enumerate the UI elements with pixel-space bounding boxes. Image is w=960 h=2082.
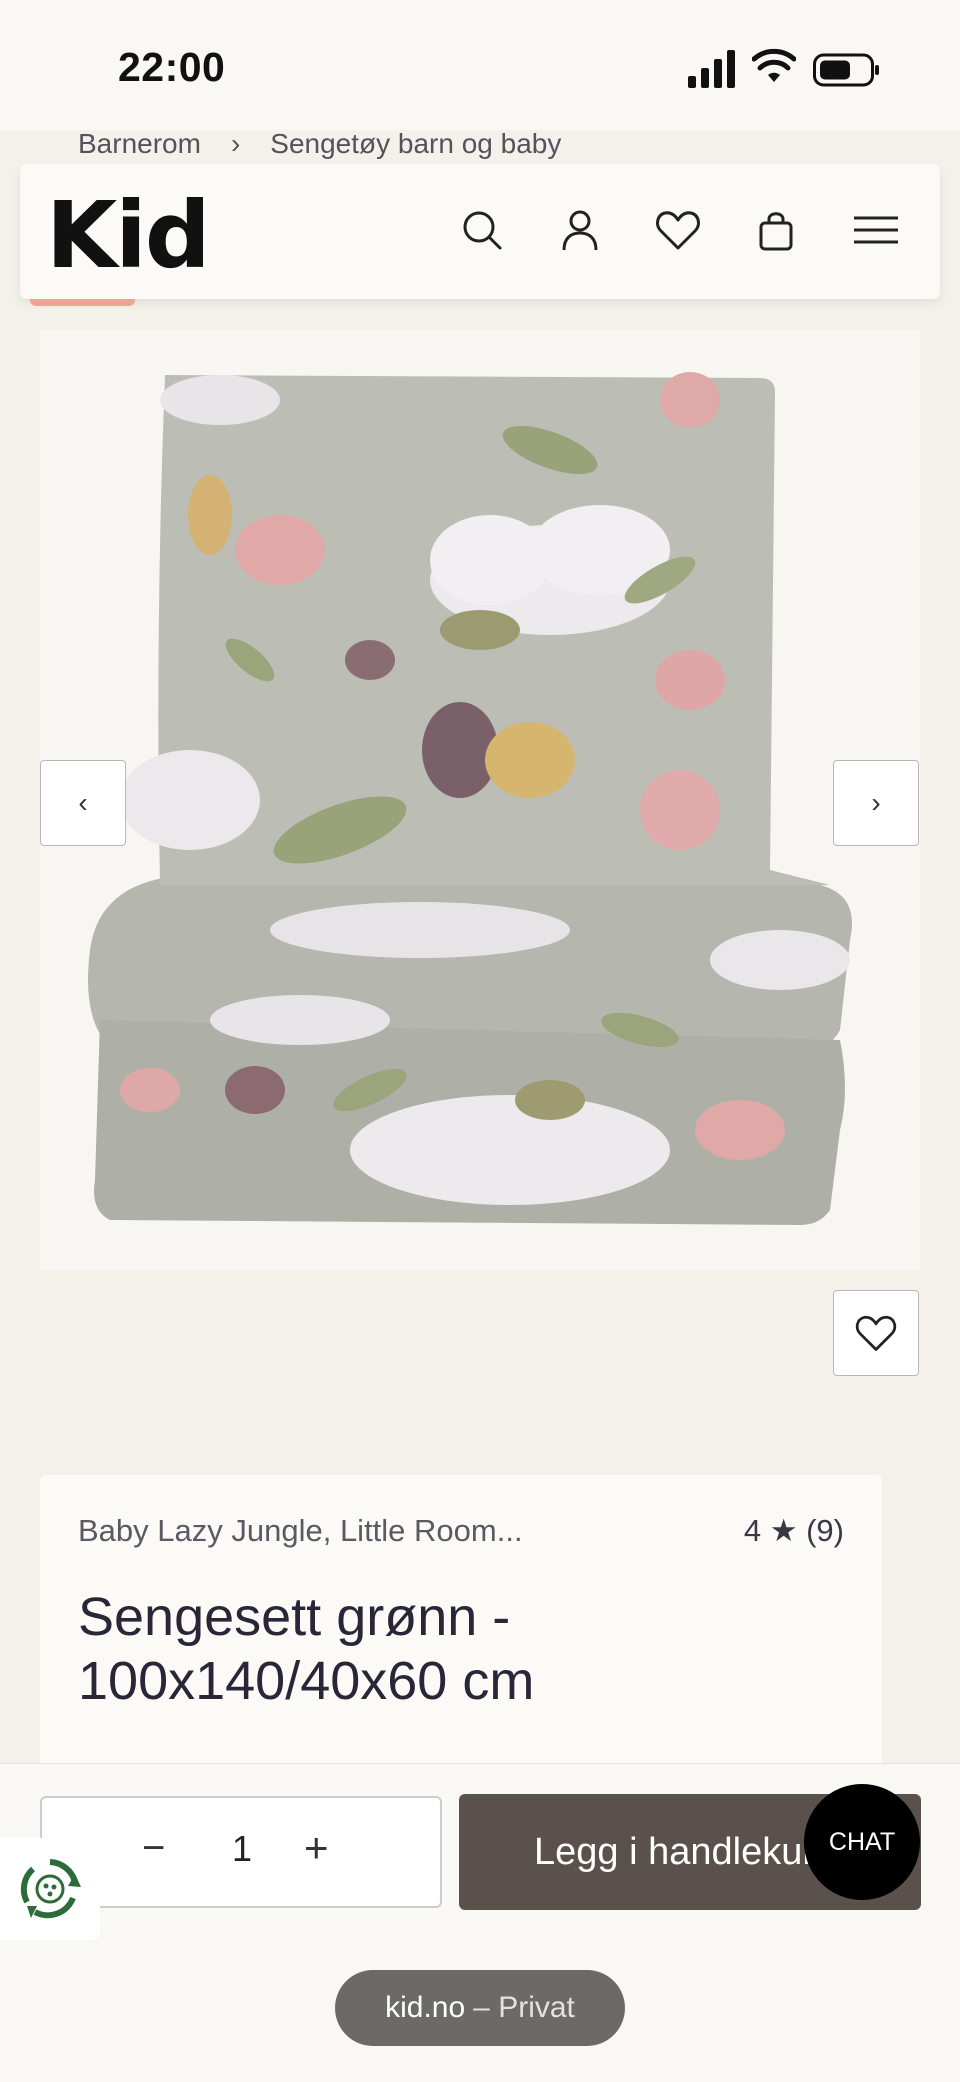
search-icon[interactable] <box>458 206 506 254</box>
sale-badge <box>30 299 135 306</box>
url-domain: kid.no <box>385 1991 466 2024</box>
status-bar: 22:00 <box>0 0 960 130</box>
product-image <box>88 372 852 1225</box>
recycle-badge[interactable] <box>0 1838 100 1940</box>
account-icon[interactable] <box>556 206 604 254</box>
quantity-stepper: − 1 + <box>40 1796 442 1908</box>
product-gallery <box>40 330 920 1270</box>
private-mode-label: – Privat <box>473 1991 575 2024</box>
wifi-icon <box>752 48 796 82</box>
add-to-cart-label: Legg i handlekurv <box>534 1830 834 1873</box>
chevron-right-icon: › <box>871 787 881 818</box>
wishlist-icon[interactable] <box>654 206 702 254</box>
breadcrumb-item-sengetoy[interactable]: Sengetøy barn og baby <box>270 128 561 160</box>
browser-url-pill[interactable]: kid.no – Privat <box>335 1970 625 2046</box>
breadcrumb-separator: › <box>230 128 241 159</box>
quantity-value[interactable]: 1 <box>232 1828 252 1870</box>
product-info-card: Baby Lazy Jungle, Little Room... 4 ★ (9)… <box>40 1475 882 1775</box>
chat-label: CHAT <box>828 1827 896 1856</box>
cart-icon[interactable] <box>752 206 800 254</box>
product-brand[interactable]: Baby Lazy Jungle, Little Room... <box>78 1513 523 1549</box>
battery-icon <box>813 53 879 87</box>
kid-logo[interactable]: Kid <box>46 182 211 289</box>
site-header: Kid <box>20 164 940 299</box>
menu-icon[interactable] <box>850 206 902 254</box>
recycle-icon <box>20 1859 81 1919</box>
chevron-left-icon: ‹ <box>78 787 88 818</box>
quantity-increase-button[interactable]: + <box>304 1824 329 1872</box>
gallery-next-button[interactable]: › <box>833 760 919 846</box>
product-rating[interactable]: 4 ★ (9) <box>744 1513 844 1549</box>
product-title: Sengesett grønn - 100x140/40x60 cm <box>78 1587 535 1711</box>
add-to-wishlist-button[interactable] <box>833 1290 919 1376</box>
breadcrumb-item-barnerom[interactable]: Barnerom <box>78 128 201 160</box>
breadcrumb: Barnerom › Sengetøy barn og baby <box>78 128 561 160</box>
heart-icon <box>855 1315 897 1351</box>
cellular-signal-icon <box>688 50 735 88</box>
chat-button[interactable]: CHAT <box>804 1784 920 1900</box>
quantity-decrease-button[interactable]: − <box>142 1826 165 1871</box>
gallery-prev-button[interactable]: ‹ <box>40 760 126 846</box>
clock: 22:00 <box>118 44 226 90</box>
